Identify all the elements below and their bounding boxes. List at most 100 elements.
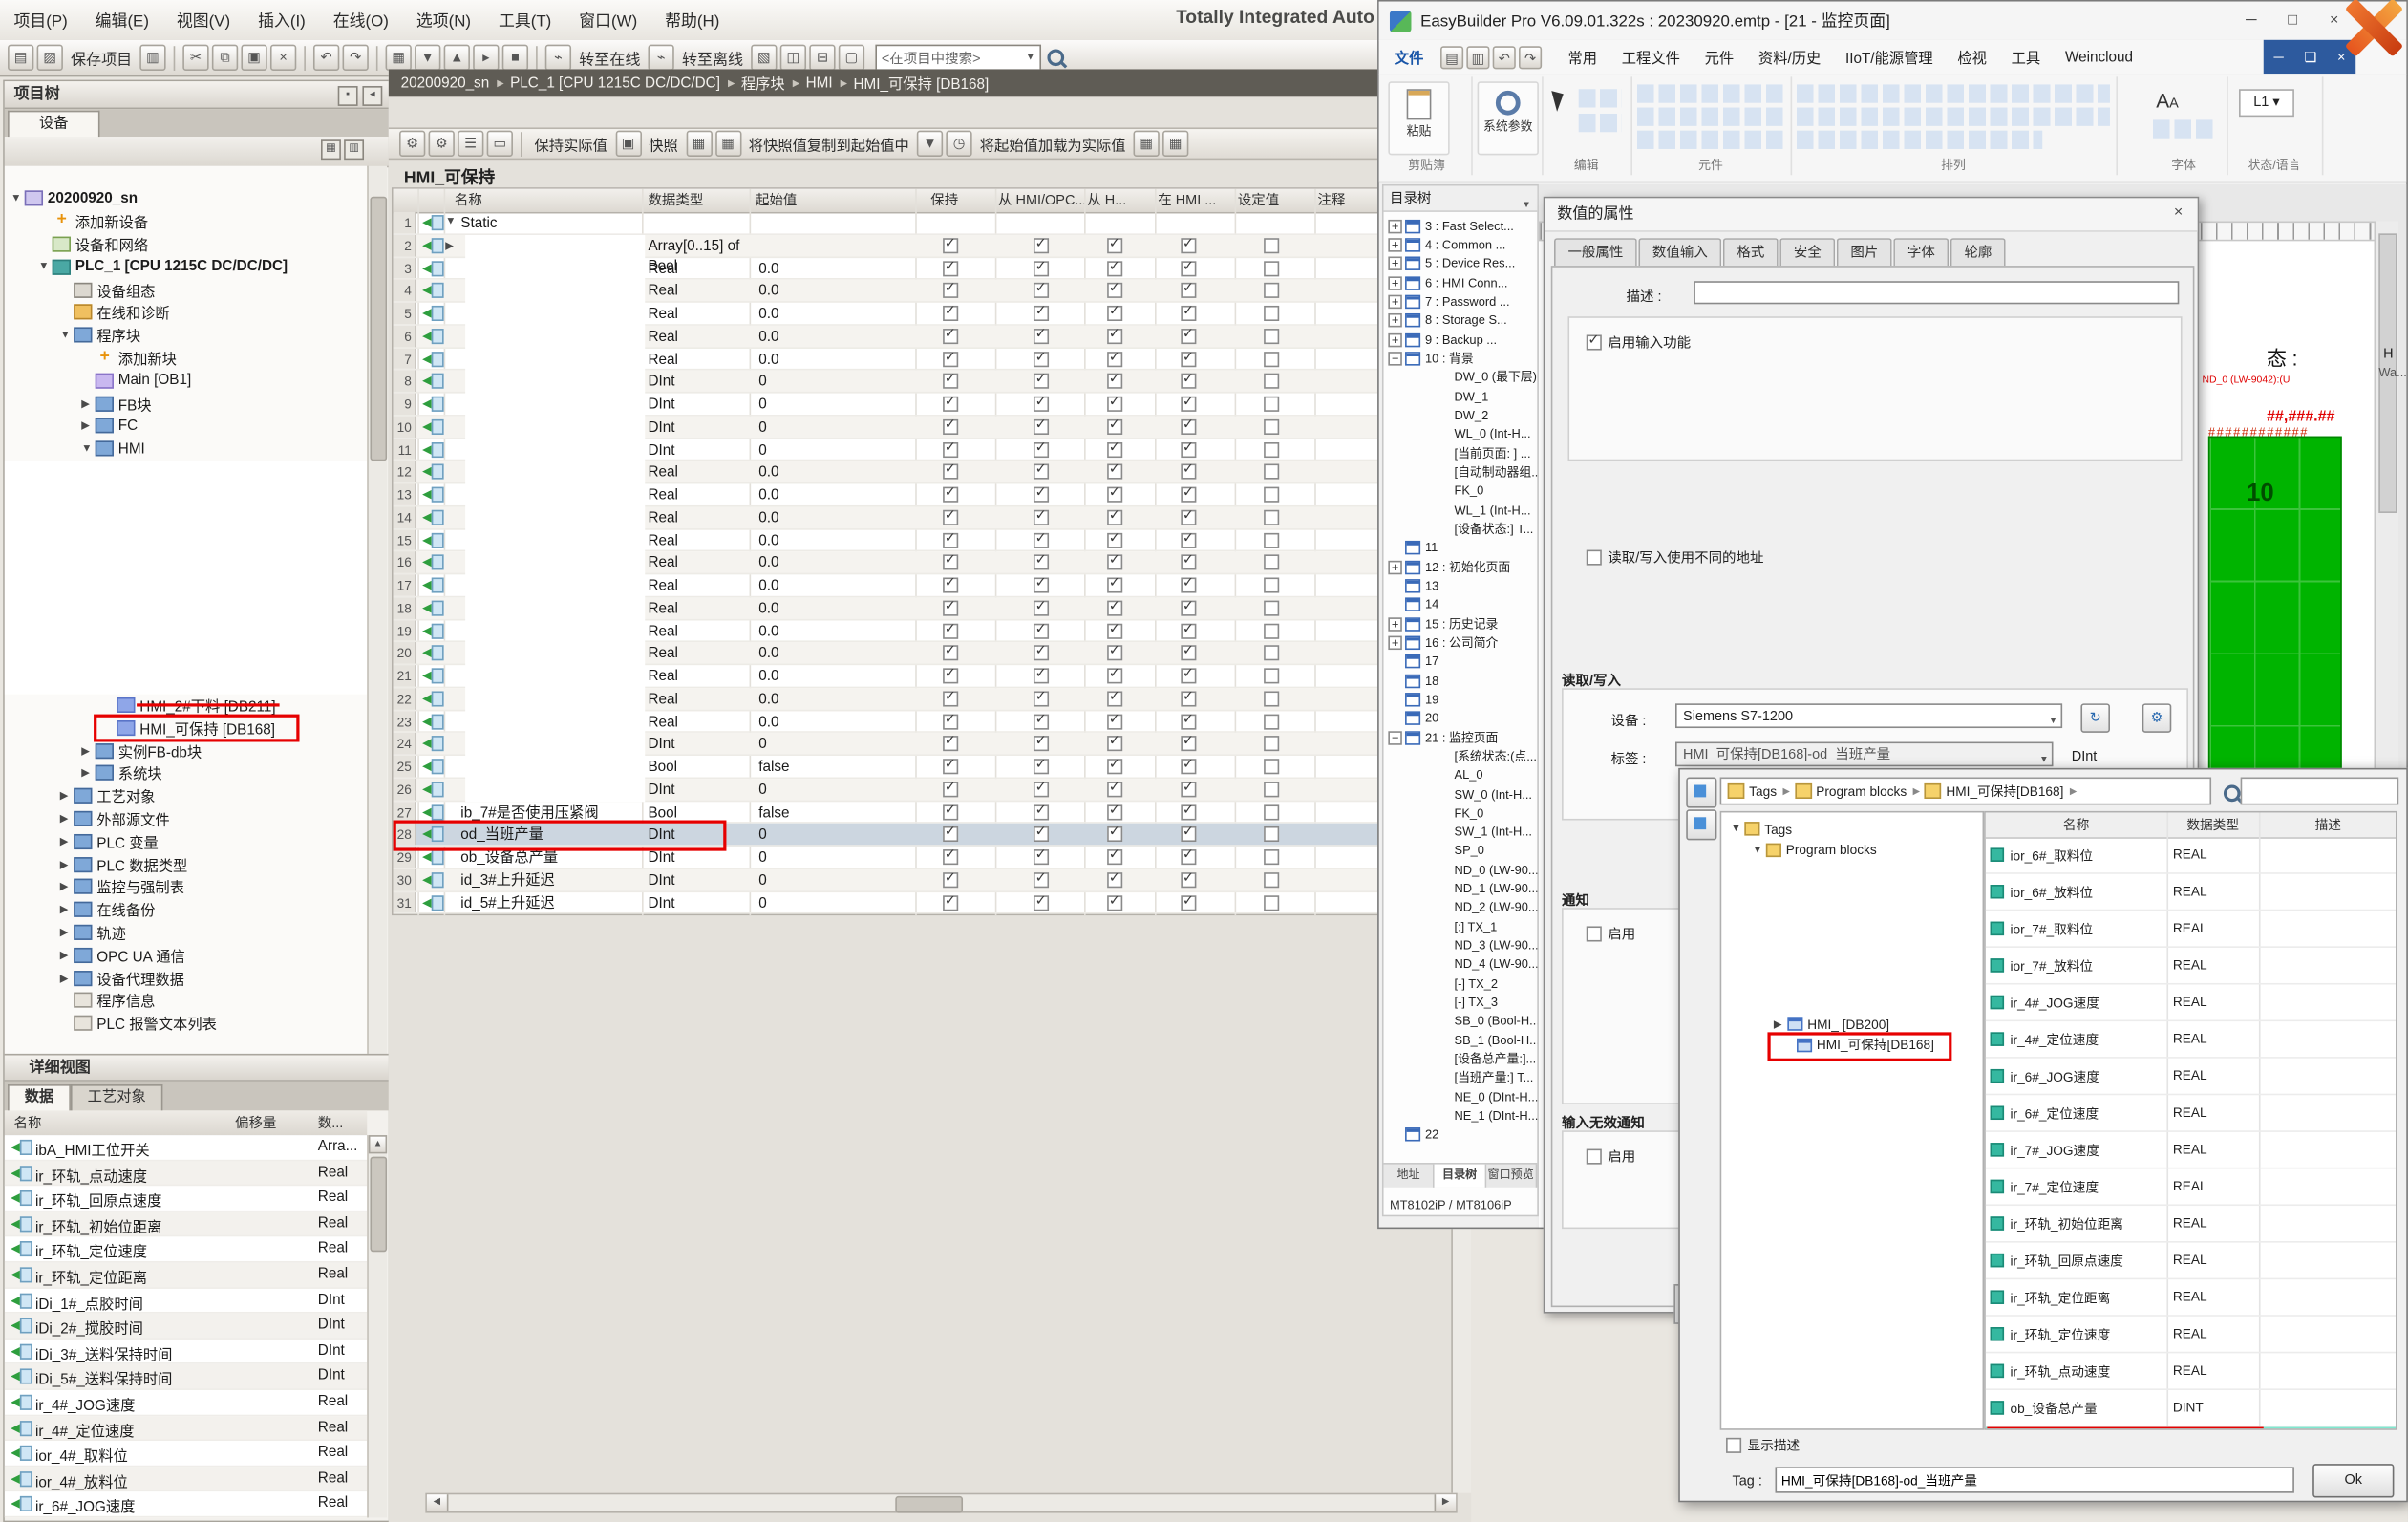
tag-column-header[interactable]: 描述 — [2259, 814, 2397, 836]
snapshot-button[interactable]: 快照 — [649, 133, 678, 155]
from-hmi-checkbox[interactable] — [1107, 238, 1122, 253]
start-value[interactable]: 0.0 — [758, 576, 906, 596]
variable-name[interactable]: id_3#上升延迟 — [460, 870, 642, 890]
eb-ribbon-tab[interactable]: 检视 — [1946, 40, 1999, 74]
hmi-opc-checkbox[interactable] — [1034, 397, 1049, 412]
eb-tree-item[interactable]: AL_0 — [1384, 765, 1538, 784]
retain-checkbox[interactable] — [943, 419, 958, 435]
from-hmi-checkbox[interactable] — [1107, 736, 1122, 751]
expander-icon[interactable] — [1388, 1128, 1401, 1142]
in-hmi-checkbox[interactable] — [1181, 804, 1196, 820]
description-input[interactable] — [1694, 281, 2179, 304]
expander-icon[interactable]: ▶ — [60, 790, 74, 803]
expander-icon[interactable]: ▼ — [1731, 824, 1744, 834]
scroll-left-icon[interactable]: ◀ — [427, 1494, 449, 1511]
project-tree-item[interactable]: PLC 报警文本列表 — [5, 1012, 367, 1035]
setpoint-checkbox[interactable] — [1264, 646, 1279, 661]
detail-column-header[interactable]: 偏移量 — [235, 1112, 276, 1134]
setpoint-checkbox[interactable] — [1264, 238, 1279, 253]
project-tree-item[interactable] — [5, 461, 367, 694]
data-type[interactable]: Real — [648, 553, 746, 573]
eb-ribbon-tab[interactable]: 工具 — [1999, 40, 2053, 74]
in-hmi-checkbox[interactable] — [1181, 261, 1196, 276]
setpoint-checkbox[interactable] — [1264, 600, 1279, 615]
tag-tree-item[interactable]: HMI_可保持[DB168] — [1721, 1035, 1982, 1056]
eb-tree-item[interactable]: SB_0 (Bool-H... — [1384, 1012, 1538, 1031]
from-hmi-checkbox[interactable] — [1107, 646, 1122, 661]
dialog-tab[interactable]: 字体 — [1893, 238, 1949, 266]
retain-checkbox[interactable] — [943, 894, 958, 910]
redo-icon[interactable]: ↷ — [1519, 45, 1542, 68]
data-type[interactable]: Real — [648, 462, 746, 482]
eb-tree-item[interactable]: WL_0 (Int-H... — [1384, 425, 1538, 444]
start-value[interactable]: 0 — [758, 893, 906, 913]
eb-tree-item[interactable]: + 12 : 初始化页面 — [1384, 557, 1538, 576]
tag-table-row[interactable]: ior_6#_取料位 REAL — [1986, 837, 2396, 874]
canvas-numeric-placeholder[interactable]: ##,###.## — [2267, 409, 2335, 426]
eb-tree-item[interactable]: 14 — [1384, 595, 1538, 614]
variable-name[interactable]: Static — [460, 213, 642, 233]
tia-menu-item[interactable]: 视图(V) — [162, 0, 244, 40]
in-hmi-checkbox[interactable] — [1181, 691, 1196, 706]
project-tree-item[interactable]: ▶ 在线备份 — [5, 898, 367, 921]
setpoint-checkbox[interactable] — [1264, 555, 1279, 570]
go-offline-button[interactable]: 转至离线 — [682, 46, 743, 69]
expander-icon[interactable] — [1388, 598, 1401, 611]
dock-icon[interactable]: ▪ — [338, 86, 358, 106]
eb-ribbon-tab[interactable]: 工程文件 — [1609, 40, 1693, 74]
expander-icon[interactable] — [1388, 541, 1401, 554]
db-column-header[interactable]: 起始值 — [756, 190, 797, 210]
collapse-panel-icon[interactable]: ◂ — [362, 86, 382, 106]
breadcrumb-segment[interactable]: Tags — [1728, 783, 1790, 799]
hmi-opc-checkbox[interactable] — [1034, 804, 1049, 820]
expander-icon[interactable]: ▼ — [38, 262, 52, 272]
in-hmi-checkbox[interactable] — [1181, 351, 1196, 366]
retain-checkbox[interactable] — [943, 714, 958, 729]
project-search-input[interactable]: <在项目中搜索>▼ — [875, 44, 1041, 72]
in-hmi-checkbox[interactable] — [1181, 419, 1196, 435]
selected-tag-input[interactable] — [1776, 1467, 2294, 1492]
expander-icon[interactable]: ▶ — [1774, 1018, 1787, 1031]
eb-tree-item[interactable]: [当班产量:] T... — [1384, 1069, 1538, 1088]
load-start-values-button[interactable]: 将起始值加载为实际值 — [980, 133, 1126, 155]
tree-options-icon[interactable]: ▦ — [321, 139, 341, 160]
retain-checkbox[interactable] — [943, 351, 958, 366]
data-type[interactable]: Real — [648, 689, 746, 709]
start-value[interactable]: 0.0 — [758, 259, 906, 279]
hmi-opc-checkbox[interactable] — [1034, 872, 1049, 888]
edit-icons[interactable] — [1579, 114, 1622, 132]
eb-tree-item[interactable]: + 4 : Common ... — [1384, 236, 1538, 255]
eb-ribbon-tab[interactable]: 常用 — [1556, 40, 1609, 74]
db-column-header[interactable]: 数据类型 — [648, 190, 703, 210]
eb-tree-item[interactable]: + 5 : Device Res... — [1384, 254, 1538, 273]
project-tree-item[interactable]: ▶ PLC 数据类型 — [5, 852, 367, 875]
retain-checkbox[interactable] — [943, 306, 958, 321]
from-hmi-checkbox[interactable] — [1107, 419, 1122, 435]
expander-icon[interactable] — [1417, 484, 1431, 498]
canvas-text-state[interactable]: 态 : — [2267, 343, 2298, 373]
eb-tree-item[interactable]: DW_1 — [1384, 387, 1538, 406]
detail-column-header[interactable]: 数... — [318, 1112, 344, 1134]
collapse-all-icon[interactable]: ▦ — [1162, 131, 1188, 157]
setpoint-checkbox[interactable] — [1264, 804, 1279, 820]
in-hmi-checkbox[interactable] — [1181, 487, 1196, 503]
expander-icon[interactable] — [1417, 1109, 1431, 1123]
retain-checkbox[interactable] — [943, 759, 958, 774]
expander-icon[interactable] — [1417, 957, 1431, 971]
start-value[interactable]: 0.0 — [758, 599, 906, 619]
view-mode-icon[interactable] — [1686, 777, 1716, 807]
tia-menu-item[interactable]: 窗口(W) — [565, 0, 651, 40]
from-hmi-checkbox[interactable] — [1107, 329, 1122, 344]
from-hmi-checkbox[interactable] — [1107, 782, 1122, 797]
from-hmi-checkbox[interactable] — [1107, 826, 1122, 842]
font-icons[interactable] — [2153, 119, 2214, 138]
hmi-opc-checkbox[interactable] — [1034, 238, 1049, 253]
in-hmi-checkbox[interactable] — [1181, 646, 1196, 661]
data-type[interactable]: Real — [648, 259, 746, 279]
arrange-icons[interactable] — [1797, 108, 2110, 126]
retain-checkbox[interactable] — [943, 668, 958, 683]
retain-checkbox[interactable] — [943, 441, 958, 457]
eb-tree-item[interactable]: 22 — [1384, 1125, 1538, 1145]
data-type[interactable]: Real — [648, 644, 746, 664]
from-hmi-checkbox[interactable] — [1107, 487, 1122, 503]
